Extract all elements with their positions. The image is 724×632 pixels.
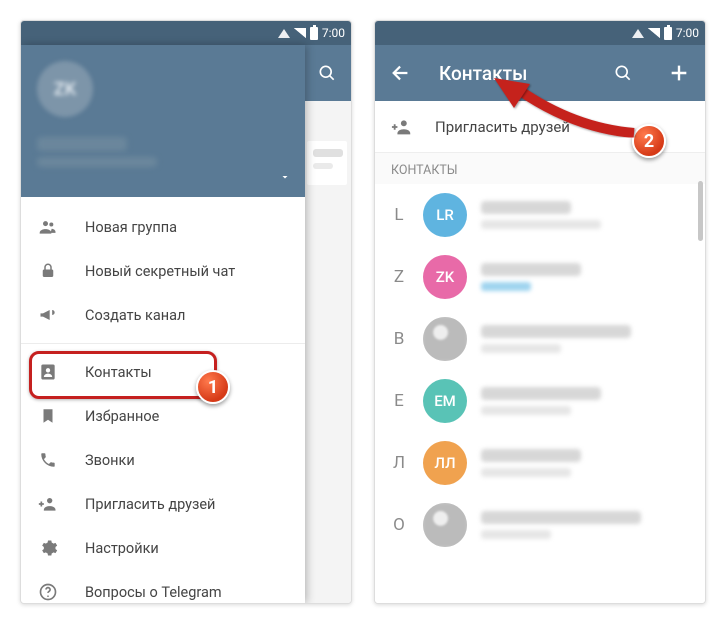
menu-label: Новый секретный чат bbox=[85, 263, 235, 280]
contact-avatar bbox=[423, 503, 467, 547]
bookmark-icon bbox=[37, 407, 59, 425]
contact-text bbox=[481, 511, 697, 539]
chevron-down-icon[interactable] bbox=[279, 171, 291, 183]
menu-settings[interactable]: Настройки bbox=[21, 526, 305, 570]
contact-row[interactable]: В bbox=[375, 308, 705, 370]
contact-text bbox=[481, 201, 697, 229]
contact-text bbox=[481, 263, 697, 291]
add-person-icon bbox=[391, 116, 413, 138]
battery-icon bbox=[664, 27, 672, 40]
appbar-behind bbox=[303, 45, 351, 101]
contact-row[interactable]: ЛЛЛ bbox=[375, 432, 705, 494]
contact-letter: Z bbox=[375, 267, 423, 287]
status-bar: 7:00 bbox=[21, 21, 351, 45]
contact-avatar: LR bbox=[423, 193, 467, 237]
menu-label: Вопросы о Telegram bbox=[85, 584, 222, 601]
add-person-icon bbox=[37, 494, 59, 514]
contact-avatar: ZK bbox=[423, 255, 467, 299]
menu-label: Пригласить друзей bbox=[85, 496, 215, 513]
invite-label: Пригласить друзей bbox=[435, 118, 570, 136]
add-contact-button[interactable] bbox=[661, 62, 697, 84]
contact-name bbox=[481, 511, 641, 524]
contact-letter: Е bbox=[375, 391, 423, 411]
menu-separator bbox=[21, 343, 305, 344]
contact-text bbox=[481, 325, 697, 353]
menu-label: Звонки bbox=[85, 452, 135, 469]
status-bar: 7:00 bbox=[375, 21, 705, 45]
menu-new-channel[interactable]: Создать канал bbox=[21, 293, 305, 337]
profile-phone bbox=[37, 157, 157, 167]
menu-new-group[interactable]: Новая группа bbox=[21, 205, 305, 249]
contact-status bbox=[481, 220, 601, 229]
battery-icon bbox=[310, 27, 318, 40]
menu-invite[interactable]: Пригласить друзей bbox=[21, 482, 305, 526]
menu-calls[interactable]: Звонки bbox=[21, 438, 305, 482]
wifi-icon bbox=[278, 29, 290, 38]
contact-status bbox=[481, 530, 551, 539]
contacts-icon bbox=[37, 362, 59, 382]
annotation-badge-2: 2 bbox=[632, 124, 666, 158]
contact-letter: Л bbox=[375, 453, 423, 473]
scroll-handle[interactable] bbox=[698, 181, 703, 241]
contact-status bbox=[481, 282, 531, 291]
profile-avatar: ZK bbox=[37, 61, 93, 117]
menu-label: Контакты bbox=[85, 364, 152, 381]
contact-avatar: ЛЛ bbox=[423, 441, 467, 485]
profile-name bbox=[37, 137, 127, 151]
contact-row[interactable]: О bbox=[375, 494, 705, 556]
back-button[interactable] bbox=[383, 62, 419, 84]
contact-letter: L bbox=[375, 205, 423, 225]
phone-icon bbox=[37, 451, 59, 469]
drawer-header[interactable]: ZK bbox=[21, 45, 305, 197]
contact-name bbox=[481, 325, 631, 338]
drawer-menu: Новая группа Новый секретный чат Создать… bbox=[21, 197, 305, 604]
status-time: 7:00 bbox=[322, 26, 345, 40]
contact-row[interactable]: LLR bbox=[375, 184, 705, 246]
help-icon bbox=[37, 582, 59, 602]
menu-faq[interactable]: Вопросы о Telegram bbox=[21, 570, 305, 604]
appbar-title: Контакты bbox=[439, 62, 585, 85]
menu-new-secret-chat[interactable]: Новый секретный чат bbox=[21, 249, 305, 293]
contact-name bbox=[481, 449, 581, 462]
contact-name bbox=[481, 263, 581, 276]
contact-name bbox=[481, 387, 601, 400]
megaphone-icon bbox=[37, 305, 59, 325]
status-time: 7:00 bbox=[676, 26, 699, 40]
contact-status bbox=[481, 406, 571, 415]
group-icon bbox=[37, 217, 59, 237]
menu-label: Настройки bbox=[85, 540, 159, 557]
contacts-content: Пригласить друзей КОНТАКТЫ LLRZZKВЕЕМЛЛЛ… bbox=[375, 101, 705, 603]
menu-saved[interactable]: Избранное bbox=[21, 394, 305, 438]
contact-letter: В bbox=[375, 329, 423, 349]
contact-status bbox=[481, 468, 571, 477]
phone-left-drawer: 7:00 ZK Новая группа Новый секретный чат bbox=[20, 20, 352, 604]
search-icon[interactable] bbox=[317, 63, 337, 83]
signal-icon bbox=[294, 28, 306, 38]
menu-label: Избранное bbox=[85, 408, 159, 425]
contact-row[interactable]: ЕЕМ bbox=[375, 370, 705, 432]
navigation-drawer: ZK Новая группа Новый секретный чат Созд… bbox=[21, 45, 305, 603]
lock-icon bbox=[37, 262, 59, 280]
contact-letter: О bbox=[375, 515, 423, 535]
signal-icon bbox=[648, 28, 660, 38]
chatlist-scrim bbox=[303, 101, 351, 603]
search-button[interactable] bbox=[605, 63, 641, 83]
contact-name bbox=[481, 201, 571, 214]
app-bar: Контакты bbox=[375, 45, 705, 101]
contact-avatar bbox=[423, 317, 467, 361]
contact-status bbox=[481, 344, 561, 353]
gear-icon bbox=[37, 538, 59, 558]
menu-contacts[interactable]: Контакты bbox=[21, 350, 305, 394]
wifi-icon bbox=[632, 29, 644, 38]
contact-text bbox=[481, 387, 697, 415]
contact-row[interactable]: ZZK bbox=[375, 246, 705, 308]
annotation-badge-1: 1 bbox=[196, 370, 230, 404]
contacts-section-label: КОНТАКТЫ bbox=[375, 153, 705, 184]
menu-label: Новая группа bbox=[85, 219, 177, 236]
menu-label: Создать канал bbox=[85, 307, 185, 324]
phone-right-contacts: 7:00 Контакты Пригласить друзей КОНТАКТЫ… bbox=[374, 20, 706, 604]
contact-text bbox=[481, 449, 697, 477]
contact-avatar: ЕМ bbox=[423, 379, 467, 423]
contacts-list: LLRZZKВЕЕМЛЛЛО bbox=[375, 184, 705, 556]
